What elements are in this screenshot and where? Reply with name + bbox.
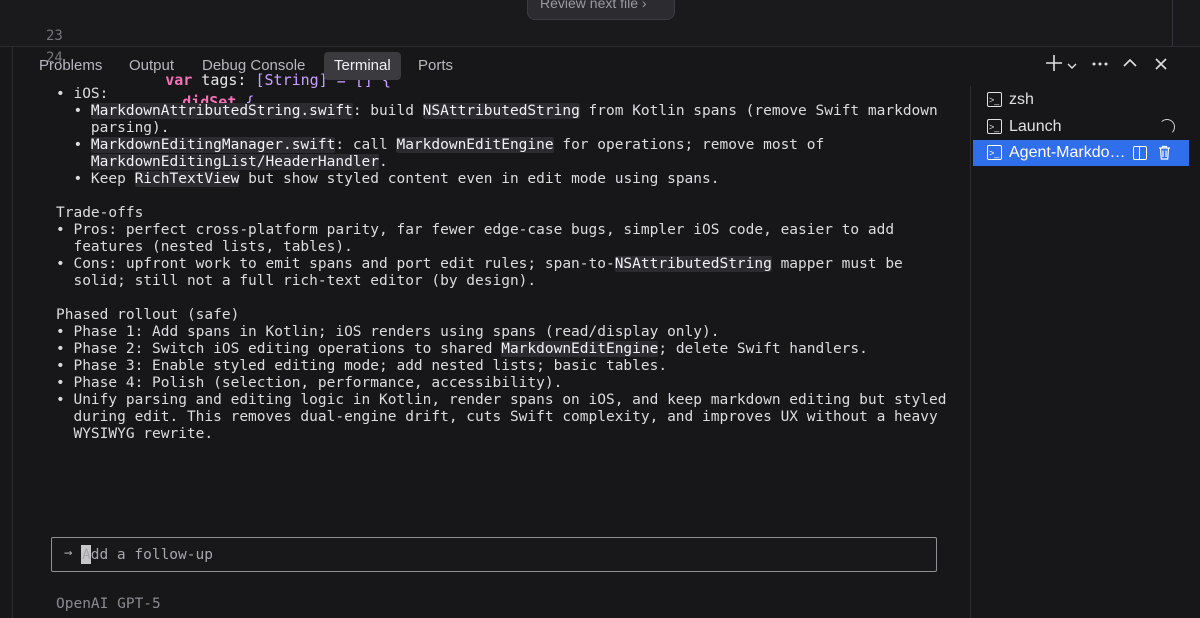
terminal-line-text: during edit. This removes dual-engine dr…: [56, 409, 938, 425]
terminal-item-launch[interactable]: >_ Launch: [973, 114, 1189, 140]
follow-up-input-box[interactable]: →: [51, 537, 937, 572]
terminal-line: • Keep RichTextView but show styled cont…: [56, 171, 956, 188]
plus-icon[interactable]: [1045, 54, 1063, 78]
terminal-line: parsing).: [56, 120, 956, 137]
terminal-line-text: • MarkdownAttributedString.swift: build …: [56, 103, 938, 119]
terminal-line: • Unify parsing and editing logic in Kot…: [56, 392, 956, 409]
split-terminal-icon[interactable]: [1133, 146, 1147, 160]
terminal-line-text: Trade-offs: [56, 205, 144, 221]
terminal-line: • Phase 4: Polish (selection, performanc…: [56, 375, 956, 392]
bullet: •: [56, 86, 65, 102]
terminal-line-text: features (nested lists, tables).: [56, 239, 353, 255]
code-line: 24 didSet {: [0, 25, 254, 111]
model-label: OpenAI GPT-5: [56, 596, 161, 612]
terminal-line: • Phase 2: Switch iOS editing operations…: [56, 341, 956, 358]
terminal-line-text: MarkdownEditingList/HeaderHandler.: [90, 154, 388, 170]
panel-border: [12, 46, 13, 618]
terminal-line-text: • Cons: upfront work to emit spans and p…: [56, 256, 903, 272]
terminal-line-text: iOS:: [64, 86, 109, 102]
code-line: 23 var tags: [String] = [] {: [0, 3, 391, 89]
ellipsis-icon[interactable]: [1092, 54, 1108, 78]
terminal-list: >_ zsh >_ Launch >_ Agent-Markdo…: [970, 86, 1200, 618]
terminal-line-text: solid; still not a full rich-text editor…: [56, 273, 537, 289]
line-number: 23: [46, 28, 63, 44]
tab-problems[interactable]: Problems: [29, 52, 112, 80]
chevron-down-icon[interactable]: [1067, 55, 1077, 79]
terminal-line: WYSIWYG rewrite.: [56, 426, 956, 443]
terminal-line-text: • Phase 1: Add spans in Kotlin; iOS rend…: [56, 324, 720, 340]
terminal-line: • Phase 3: Enable styled editing mode; a…: [56, 358, 956, 375]
review-next-file-button[interactable]: Review next file ›: [527, 0, 675, 20]
terminal-line-text: • Unify parsing and editing logic in Kot…: [56, 392, 947, 408]
terminal-icon: >_: [987, 119, 1002, 134]
tab-terminal[interactable]: Terminal: [324, 52, 401, 80]
terminal-line: during edit. This removes dual-engine dr…: [56, 409, 956, 426]
terminal-icon: >_: [987, 92, 1002, 107]
terminal-item-label: Agent-Markdo…: [1009, 144, 1126, 161]
terminal-line: Trade-offs: [56, 205, 956, 222]
terminal-line: solid; still not a full rich-text editor…: [56, 273, 956, 290]
terminal-line-text: • MarkdownEditingManager.swift: call Mar…: [56, 137, 825, 153]
terminal-item-label: Launch: [1009, 118, 1062, 135]
terminal-line-text: WYSIWYG rewrite.: [56, 426, 214, 442]
terminal-line-text: • Phase 2: Switch iOS editing operations…: [56, 341, 868, 357]
terminal-line: • MarkdownAttributedString.swift: build …: [56, 103, 956, 120]
panel-tabs: Problems Output Debug Console Terminal P…: [0, 46, 1200, 86]
terminal-line-text: Phased rollout (safe): [56, 307, 240, 323]
terminal-line: • Cons: upfront work to emit spans and p…: [56, 256, 956, 273]
terminal-line: • Pros: perfect cross-platform parity, f…: [56, 222, 956, 239]
scrollbar-track: [1172, 0, 1173, 46]
terminal-item-label: zsh: [1009, 91, 1034, 108]
terminal-icon: >_: [987, 145, 1002, 160]
terminal-item-zsh[interactable]: >_ zsh: [973, 87, 1189, 113]
terminal-line-text: • Keep RichTextView but show styled cont…: [56, 171, 720, 187]
arrow-icon: →: [64, 545, 73, 561]
terminal-line: features (nested lists, tables).: [56, 239, 956, 256]
loading-spinner-icon: [1159, 119, 1175, 135]
chevron-up-icon[interactable]: [1122, 54, 1138, 78]
terminal-line-text: • Phase 4: Polish (selection, performanc…: [56, 375, 563, 391]
terminal-line: MarkdownEditingList/HeaderHandler.: [56, 154, 956, 171]
trash-icon[interactable]: [1158, 145, 1171, 160]
tab-output[interactable]: Output: [119, 52, 184, 80]
follow-up-input[interactable]: [80, 542, 924, 568]
code-editor: 23 var tags: [String] = [] { 24 didSet {…: [0, 0, 1200, 111]
terminal-line: • iOS:: [56, 86, 956, 103]
terminal-output: • iOS: • MarkdownAttributedString.swift:…: [56, 86, 956, 443]
tab-debug-console[interactable]: Debug Console: [192, 52, 315, 80]
close-icon[interactable]: [1154, 54, 1168, 78]
terminal-line-text: • Pros: perfect cross-platform parity, f…: [56, 222, 895, 238]
terminal-item-agent[interactable]: >_ Agent-Markdo…: [973, 140, 1189, 166]
tab-ports[interactable]: Ports: [408, 52, 463, 80]
terminal-line-text: parsing).: [56, 120, 170, 136]
terminal-line: • MarkdownEditingManager.swift: call Mar…: [56, 137, 956, 154]
terminal-line-text: • Phase 3: Enable styled editing mode; a…: [56, 358, 668, 374]
terminal-line: • Phase 1: Add spans in Kotlin; iOS rend…: [56, 324, 956, 341]
terminal-line: Phased rollout (safe): [56, 307, 956, 324]
